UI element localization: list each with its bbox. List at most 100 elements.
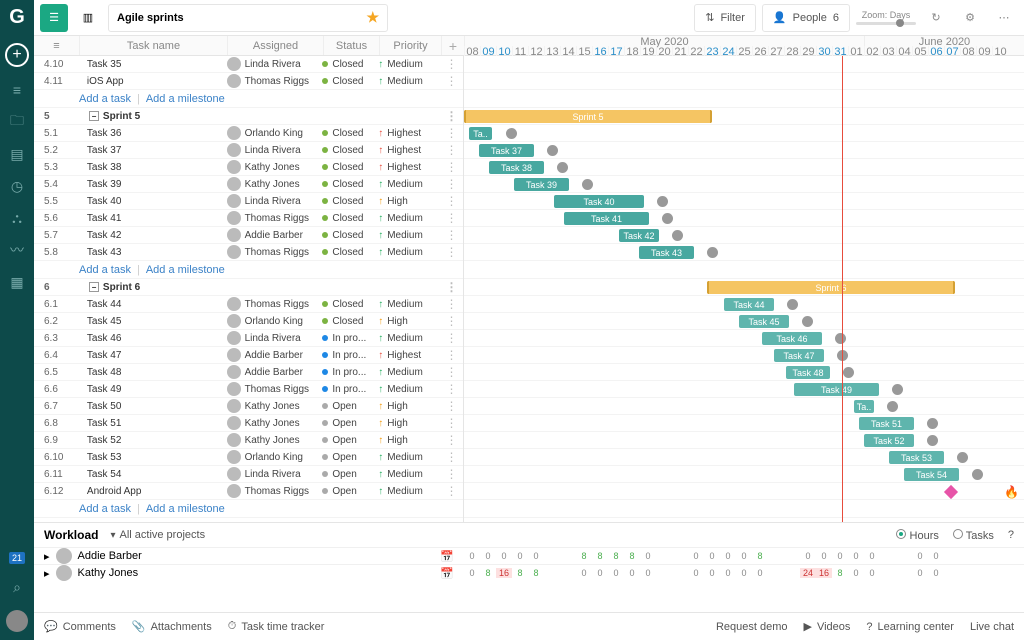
gantt-row[interactable]: Task 40: [464, 193, 1024, 210]
task-row[interactable]: 6.7Task 50Kathy JonesOpen↑High⋮: [34, 398, 463, 415]
row-menu-icon[interactable]: ⋮: [440, 143, 463, 157]
gantt-row[interactable]: Task 44: [464, 296, 1024, 313]
gantt-row[interactable]: Task 38: [464, 159, 1024, 176]
row-menu-icon[interactable]: ⋮: [440, 160, 463, 174]
add-milestone-link[interactable]: Add a milestone: [146, 264, 225, 276]
zoom-control[interactable]: Zoom: Days: [856, 10, 916, 25]
gantt-row[interactable]: Task 48: [464, 364, 1024, 381]
gantt-bar[interactable]: Task 43: [639, 246, 694, 259]
task-row[interactable]: 5.4Task 39Kathy JonesClosed↑Medium⋮: [34, 176, 463, 193]
gantt-row[interactable]: Ta..: [464, 125, 1024, 142]
gantt-row[interactable]: Task 39: [464, 176, 1024, 193]
gantt-row[interactable]: Task 43: [464, 244, 1024, 261]
add-milestone-link[interactable]: Add a milestone: [146, 503, 225, 515]
folder-icon[interactable]: 🗀: [8, 113, 26, 131]
workload-row[interactable]: ▸Kathy Jones📅0816880000000000241680000: [34, 564, 1024, 581]
hours-radio[interactable]: Hours: [896, 529, 938, 542]
gantt-bar[interactable]: Task 51: [859, 417, 914, 430]
task-row[interactable]: 6.1Task 44Thomas RiggsClosed↑Medium⋮: [34, 296, 463, 313]
gantt-bar[interactable]: Task 45: [739, 315, 789, 328]
row-menu-icon[interactable]: ⋮: [440, 211, 463, 225]
gantt-row[interactable]: Task 49: [464, 381, 1024, 398]
gantt-row[interactable]: Task 46: [464, 330, 1024, 347]
row-menu-icon[interactable]: ⋮: [440, 126, 463, 140]
gantt-row[interactable]: Task 51: [464, 415, 1024, 432]
add-column-button[interactable]: +: [441, 36, 464, 55]
gantt-row[interactable]: Task 47: [464, 347, 1024, 364]
col-assigned[interactable]: Assigned: [227, 36, 323, 55]
row-menu-icon[interactable]: ⋮: [440, 314, 463, 328]
task-row[interactable]: 4.11iOS AppThomas RiggsClosed↑Medium⋮: [34, 73, 463, 90]
row-menu-icon[interactable]: ⋮: [440, 433, 463, 447]
gantt-bar[interactable]: Task 40: [554, 195, 644, 208]
gantt-row[interactable]: Task 42: [464, 227, 1024, 244]
learning-center-link[interactable]: ? Learning center: [866, 620, 954, 633]
gantt-bar[interactable]: Task 46: [762, 332, 822, 345]
gantt-row[interactable]: Task 45: [464, 313, 1024, 330]
gantt-view-button[interactable]: ☰: [40, 4, 68, 32]
row-menu-icon[interactable]: ⋮: [440, 399, 463, 413]
gantt-row[interactable]: Task 41: [464, 210, 1024, 227]
task-row[interactable]: 6.4Task 47Addie BarberIn pro...↑Highest⋮: [34, 347, 463, 364]
gantt-row[interactable]: Sprint 5: [464, 108, 1024, 125]
task-row[interactable]: 5− Sprint 5⋮: [34, 108, 463, 125]
gantt-row[interactable]: Task 53: [464, 449, 1024, 466]
task-row[interactable]: 6.12Android AppThomas RiggsOpen↑Medium⋮: [34, 483, 463, 500]
gantt-row[interactable]: Sprint 6: [464, 279, 1024, 296]
task-row[interactable]: 5.2Task 37Linda RiveraClosed↑Highest⋮: [34, 142, 463, 159]
gantt-bar[interactable]: Ta..: [854, 400, 874, 413]
task-row[interactable]: 6.2Task 45Orlando KingClosed↑High⋮: [34, 313, 463, 330]
board-view-button[interactable]: ▥: [74, 4, 102, 32]
chart-icon[interactable]: 〰: [8, 241, 26, 259]
row-menu-icon[interactable]: ⋮: [440, 484, 463, 498]
star-icon[interactable]: ★: [366, 9, 379, 26]
row-menu-icon[interactable]: ⋮: [440, 416, 463, 430]
gantt-bar[interactable]: Task 54: [904, 468, 959, 481]
task-row[interactable]: 5.5Task 40Linda RiveraClosed↑High⋮: [34, 193, 463, 210]
help-icon[interactable]: ?: [1008, 529, 1014, 541]
calendar-icon[interactable]: 📅: [440, 550, 454, 563]
add-task-link[interactable]: Add a task: [79, 503, 131, 515]
task-row[interactable]: 5.6Task 41Thomas RiggsClosed↑Medium⋮: [34, 210, 463, 227]
row-menu-icon[interactable]: ⋮: [440, 331, 463, 345]
task-row[interactable]: 5.7Task 42Addie BarberClosed↑Medium⋮: [34, 227, 463, 244]
calendar-icon[interactable]: 📅: [440, 567, 454, 580]
gantt-bar[interactable]: Ta..: [469, 127, 492, 140]
gantt-row[interactable]: Task 52: [464, 432, 1024, 449]
settings-icon[interactable]: ⚙: [956, 4, 984, 32]
tasks-radio[interactable]: Tasks: [953, 529, 994, 542]
add-task-link[interactable]: Add a task: [79, 93, 131, 105]
people-icon[interactable]: ⛬: [8, 209, 26, 227]
col-priority[interactable]: Priority: [379, 36, 441, 55]
gantt-bar[interactable]: Task 44: [724, 298, 774, 311]
user-avatar[interactable]: [6, 610, 28, 632]
gantt-row[interactable]: 🔥: [464, 483, 1024, 500]
comments-tab[interactable]: 💬 Comments: [44, 620, 116, 633]
row-menu-icon[interactable]: ⋮: [440, 382, 463, 396]
gantt-bar[interactable]: Task 41: [564, 212, 649, 225]
row-menu-icon[interactable]: ⋮: [440, 280, 463, 294]
task-row[interactable]: 5.3Task 38Kathy JonesClosed↑Highest⋮: [34, 159, 463, 176]
row-menu-icon[interactable]: ⋮: [440, 245, 463, 259]
gantt-bar[interactable]: Task 52: [864, 434, 914, 447]
row-menu-icon[interactable]: ⋮: [440, 109, 463, 123]
gantt-row[interactable]: Task 54: [464, 466, 1024, 483]
collapse-icon[interactable]: −: [89, 111, 99, 121]
request-demo-link[interactable]: Request demo: [716, 620, 788, 633]
task-row[interactable]: 6.8Task 51Kathy JonesOpen↑High⋮: [34, 415, 463, 432]
row-menu-icon[interactable]: ⋮: [440, 74, 463, 88]
chevron-right-icon[interactable]: ▸: [44, 567, 50, 580]
task-row[interactable]: 6.3Task 46Linda RiveraIn pro...↑Medium⋮: [34, 330, 463, 347]
gantt-row[interactable]: [464, 56, 1024, 73]
row-menu-icon[interactable]: ⋮: [440, 228, 463, 242]
col-wbs[interactable]: ≡: [34, 36, 79, 55]
menu-icon[interactable]: ≡: [8, 81, 26, 99]
gantt-row[interactable]: Ta..: [464, 398, 1024, 415]
workload-project-dropdown[interactable]: ▾ All active projects: [110, 529, 205, 541]
gantt-row[interactable]: [464, 73, 1024, 90]
search-icon[interactable]: ⌕: [8, 578, 26, 596]
row-menu-icon[interactable]: ⋮: [440, 297, 463, 311]
gantt-bar[interactable]: Task 47: [774, 349, 824, 362]
task-row[interactable]: 5.8Task 43Thomas RiggsClosed↑Medium⋮: [34, 244, 463, 261]
task-row[interactable]: 5.1Task 36Orlando KingClosed↑Highest⋮: [34, 125, 463, 142]
